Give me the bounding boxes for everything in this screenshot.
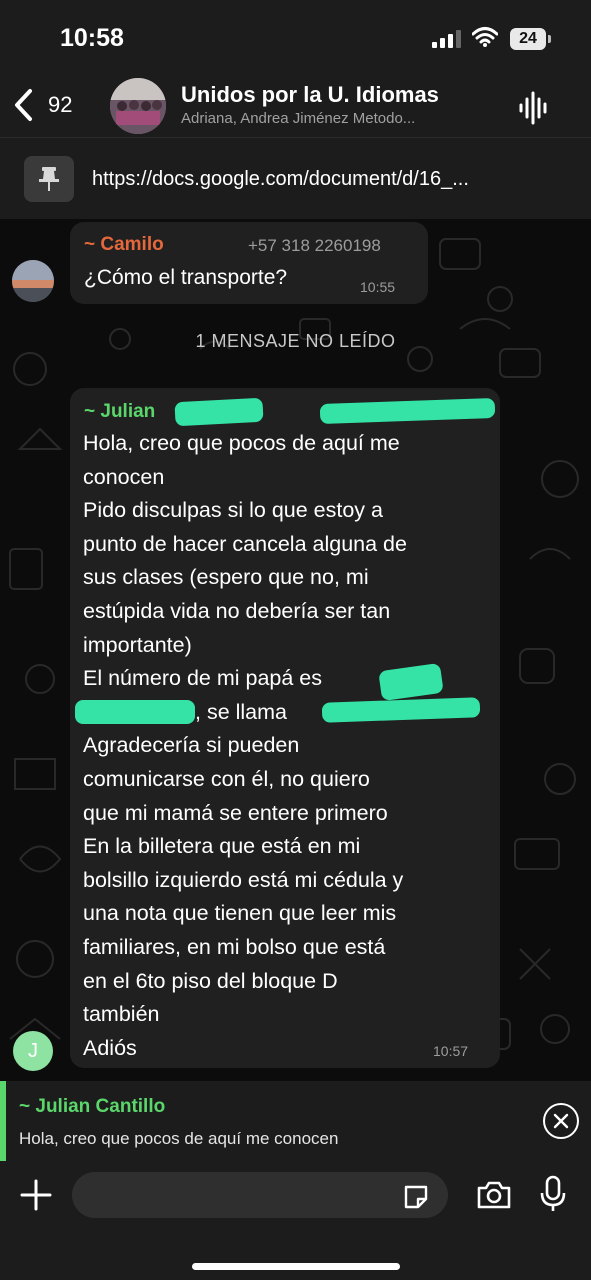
audio-call-icon[interactable]: [518, 91, 548, 125]
message-line: comunicarse con él, no quiero: [83, 766, 370, 791]
message-line: Pido disculpas si lo que estoy a: [83, 498, 383, 523]
reply-sender-name: ~ Julian Cantillo: [19, 1096, 166, 1117]
message-line: punto de hacer cancela alguna de: [83, 531, 407, 556]
signal-icon: [432, 30, 462, 48]
unread-chats-count[interactable]: 92: [48, 92, 72, 118]
message-line: bolsillo izquierdo está mi cédula y: [83, 867, 404, 892]
message-line: en el 6to piso del bloque D: [83, 968, 338, 993]
message-text: ¿Cómo el transporte?: [84, 266, 288, 289]
battery-indicator: 24: [510, 28, 546, 50]
group-avatar[interactable]: [110, 78, 166, 134]
close-icon[interactable]: [543, 1103, 579, 1139]
message-line: Adiós: [83, 1035, 137, 1060]
group-title[interactable]: Unidos por la U. Idiomas: [181, 82, 439, 108]
wifi-icon: [472, 27, 498, 47]
avatar[interactable]: J: [13, 1031, 53, 1071]
sender-name[interactable]: ~ Julian: [84, 401, 155, 423]
battery-tip: [548, 35, 551, 43]
pinned-link[interactable]: https://docs.google.com/document/d/16_..…: [92, 168, 469, 191]
group-members[interactable]: Adriana, Andrea Jiménez Metodo...: [181, 110, 501, 127]
back-chevron-icon[interactable]: [12, 87, 36, 123]
sticker-icon[interactable]: [402, 1183, 430, 1211]
message-bubble-camilo[interactable]: ~ Camilo +57 318 2260198 ¿Cómo el transp…: [70, 222, 428, 304]
message-line: que mi mamá se entere primero: [83, 800, 388, 825]
avatar[interactable]: [12, 260, 54, 302]
message-line: importante): [83, 632, 192, 657]
status-bar: 10:58 24: [0, 0, 591, 75]
reply-preview[interactable]: ~ Julian Cantillo Hola, creo que pocos d…: [0, 1081, 591, 1161]
redaction-mark: [319, 397, 496, 425]
status-time: 10:58: [60, 24, 124, 52]
chat-area[interactable]: ~ Camilo +57 318 2260198 ¿Cómo el transp…: [0, 219, 591, 1081]
reply-accent-bar: [0, 1081, 6, 1161]
message-input-bar: [0, 1161, 591, 1280]
message-line: también: [83, 1002, 160, 1027]
unread-divider: 1 MENSAJE NO LEÍDO: [195, 331, 396, 351]
camera-icon[interactable]: [476, 1180, 512, 1210]
message-line: conocen: [83, 464, 165, 489]
reply-quoted-text: Hola, creo que pocos de aquí me conocen: [19, 1129, 339, 1148]
chat-header: 92 Unidos por la U. Idiomas Adriana, And…: [0, 75, 591, 137]
message-line-fragment: , se llama: [195, 699, 288, 724]
message-time: 10:55: [360, 279, 396, 295]
message-bubble-julian[interactable]: ~ Julian Hola, creo que pocos de aquí me…: [70, 388, 500, 1068]
message-line: sus clases (espero que no, mi: [83, 565, 369, 590]
message-line: familiares, en mi bolso que está: [83, 934, 386, 959]
message-line: una nota que tienen que leer mis: [83, 901, 397, 926]
sender-name[interactable]: ~ Camilo: [84, 234, 164, 256]
redaction-mark: [75, 700, 195, 724]
message-line: Hola, creo que pocos de aquí me: [83, 431, 400, 455]
home-indicator: [192, 1263, 400, 1270]
message-line: estúpida vida no debería ser tan: [83, 598, 391, 623]
pin-icon: [24, 156, 74, 202]
microphone-icon[interactable]: [540, 1175, 566, 1213]
sender-phone: +57 318 2260198: [248, 236, 381, 255]
plus-icon[interactable]: [18, 1177, 54, 1213]
message-time: 10:57: [433, 1043, 469, 1059]
message-line: Agradecería si pueden: [83, 733, 300, 758]
redaction-mark: [174, 397, 264, 427]
message-line: En la billetera que está en mi: [83, 834, 361, 859]
message-text: Hola, creo que pocos de aquí me conocen …: [83, 427, 493, 1065]
message-input[interactable]: [72, 1172, 448, 1218]
pinned-message-bar[interactable]: https://docs.google.com/document/d/16_..…: [0, 137, 591, 219]
